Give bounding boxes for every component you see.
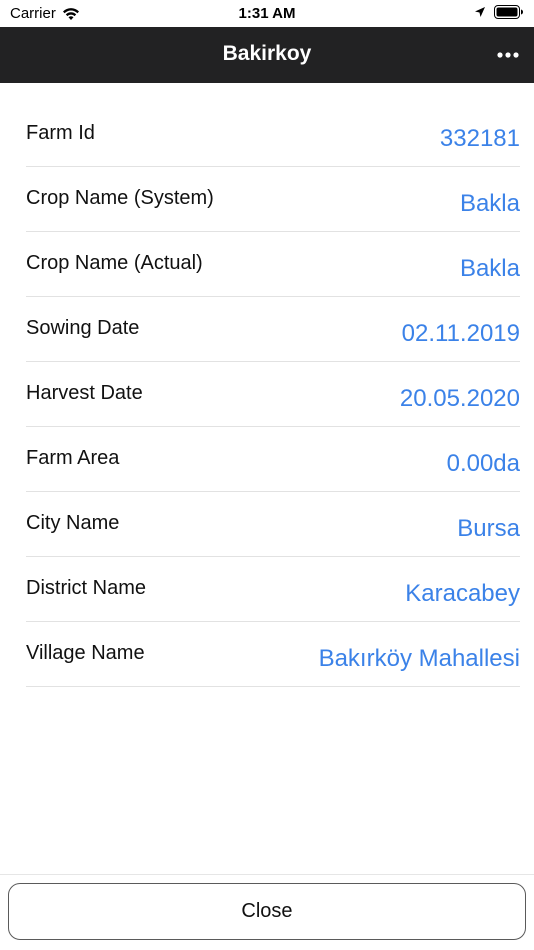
row-value: Bakırköy Mahallesi [318,645,520,672]
row-value: 0.00da [446,450,520,477]
detail-row-sowing-date: Sowing Date 02.11.2019 [26,297,520,362]
detail-list: Farm Id 332181 Crop Name (System) Bakla … [26,102,520,687]
detail-row-crop-name-actual: Crop Name (Actual) Bakla [26,232,520,297]
row-label: Sowing Date [26,317,140,339]
row-label: Farm Id [26,122,95,144]
status-right [474,5,524,19]
row-value: 02.11.2019 [401,320,520,347]
row-value: Karacabey [405,580,520,607]
row-label: District Name [26,577,147,599]
row-label: Village Name [26,642,145,664]
detail-row-farm-area: Farm Area 0.00da [26,427,520,492]
location-arrow-icon [475,7,485,17]
row-value: 20.05.2020 [399,385,520,412]
bottom-divider [0,874,534,875]
row-value: Bakla [459,190,520,217]
row-label: City Name [26,512,120,534]
detail-row-crop-name-system: Crop Name (System) Bakla [26,167,520,232]
battery-icon [494,5,523,19]
more-horizontal-icon [497,52,519,58]
row-value: Bakla [459,255,520,282]
screen: Carrier 1:31 AM Bakirkoy Farm Id 332181 … [0,0,534,950]
row-label: Harvest Date [26,382,143,404]
row-label: Crop Name (Actual) [26,252,203,274]
status-time: 1:31 AM [238,5,296,22]
close-button[interactable]: Close [8,883,526,940]
detail-row-farm-id: Farm Id 332181 [26,102,520,167]
status-bar: Carrier 1:31 AM [0,0,534,27]
nav-bar: Bakirkoy [0,27,534,83]
more-options-button[interactable] [496,45,520,65]
page-title: Bakirkoy [222,42,312,65]
detail-row-village-name: Village Name Bakırköy Mahallesi [26,622,520,687]
detail-row-city-name: City Name Bursa [26,492,520,557]
detail-row-district-name: District Name Karacabey [26,557,520,622]
detail-row-harvest-date: Harvest Date 20.05.2020 [26,362,520,427]
row-label: Farm Area [26,447,120,469]
row-label: Crop Name (System) [26,187,214,209]
row-value: Bursa [457,515,520,542]
row-value: 332181 [439,125,520,152]
